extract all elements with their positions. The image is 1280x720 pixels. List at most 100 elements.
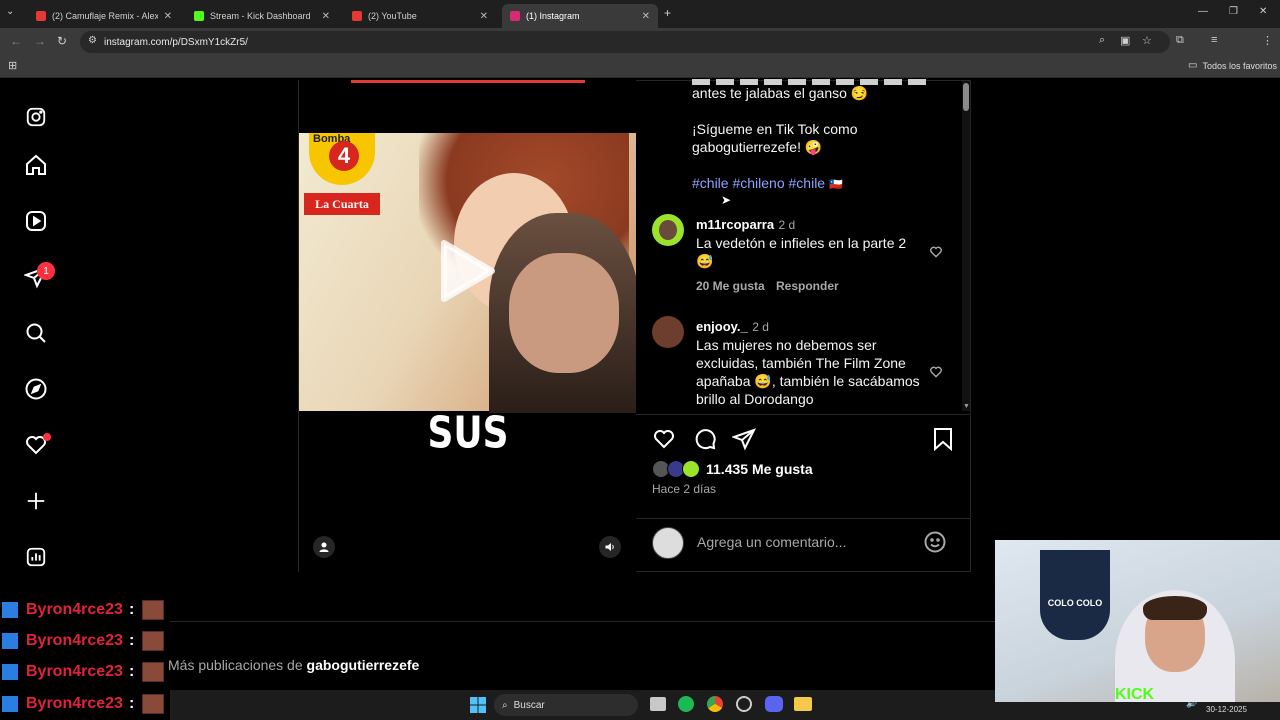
chat-emote [142,631,165,651]
share-icon[interactable] [731,427,756,456]
youtube-icon [352,11,362,21]
comment-text: Las mujeres no debemos ser [696,337,877,353]
comment-icon[interactable] [693,427,717,456]
apps-icon[interactable]: ⊞ [8,59,17,72]
window-close-icon[interactable]: ✕ [1259,6,1267,17]
more-posts-prefix: Más publicaciones de [168,657,307,673]
media-icon[interactable]: ≡ [1211,34,1217,46]
divider [636,518,971,519]
home-icon[interactable] [22,151,50,179]
hashtag-links[interactable]: #chile #chileno #chile [692,175,825,191]
zoom-icon[interactable]: ⌕ [1099,34,1105,47]
save-icon[interactable] [932,427,954,456]
scroll-down-icon[interactable]: ▼ [963,403,970,410]
comment-like-icon[interactable] [929,365,943,384]
chat-separator: : [128,632,135,649]
restore-icon[interactable]: ❐ [1229,6,1238,17]
file-explorer-icon[interactable] [794,697,812,711]
chat-username: Byron4rce23 [26,663,123,680]
chat-emote [142,600,165,620]
more-posts-username[interactable]: gabogutierrezefe [307,657,420,673]
tab-search-icon[interactable]: ⌄ [6,6,14,17]
post-media[interactable]: Bomba 4 La Cuarta SUS [298,80,639,572]
address-bar-row: ← → ↻ ⚙ instagram.com/p/DSxmY1ckZr5/ ⌕ ▣… [0,28,1280,76]
bookmarks-bar: ⊞ ▭ Todos los favoritos [0,56,1280,78]
reply-button[interactable]: Responder [776,279,839,293]
kick-platform-icon [2,633,18,649]
poster-text: COLO COLO [1047,598,1103,608]
back-icon[interactable]: ← [10,34,22,48]
tab-kick-dashboard[interactable]: Stream - Kick Dashboard ✕ [186,4,338,28]
caption-line: ¡Sígueme en Tik Tok como [692,121,858,137]
more-posts-heading: Más publicaciones de gabogutierrezefe [168,657,419,673]
post-time: Hace 2 días [652,482,717,496]
chat-username: Byron4rce23 [26,632,123,649]
extensions-icon[interactable]: ⧉ [1176,34,1184,47]
minimize-icon[interactable]: — [1198,6,1208,17]
kick-logo: KICK [1115,686,1155,702]
taskbar-search[interactable]: ⌕ Buscar [494,694,638,716]
comment-header: enjooy._ 2 d [696,318,769,336]
emoji-icon[interactable] [923,530,947,559]
tab-instagram[interactable]: (1) Instagram ✕ [502,4,658,28]
close-icon[interactable]: ✕ [322,11,330,22]
like-icon[interactable] [652,427,676,456]
chrome-icon[interactable] [707,696,723,712]
explore-icon[interactable] [22,375,50,403]
chat-username: Byron4rce23 [26,695,123,712]
tab-youtube[interactable]: (2) YouTube ✕ [344,4,496,28]
divider [636,414,971,415]
url-field[interactable]: ⚙ instagram.com/p/DSxmY1ckZr5/ [80,31,1170,53]
instagram-logo-icon[interactable] [22,103,50,131]
close-icon[interactable]: ✕ [164,11,172,22]
reload-icon[interactable]: ↻ [57,34,67,48]
comment-likes[interactable]: 20 Me gusta [696,279,765,293]
create-icon[interactable] [22,487,50,515]
volume-icon[interactable] [599,536,621,558]
obs-icon[interactable] [736,696,752,712]
play-icon[interactable] [440,239,496,303]
comment-input[interactable]: Agrega un comentario... [697,534,846,550]
comments-scrollbar[interactable] [962,81,970,411]
liker-avatars [652,460,704,480]
colo-colo-poster: COLO COLO [1040,550,1110,640]
taskbar-search-label: Buscar [513,699,545,711]
dashboard-icon[interactable] [22,543,50,571]
caption-line: antes te jalabas el ganso 😏 [692,85,869,101]
tab-camuflaje[interactable]: (2) Camuflaje Remix - Alexis y F ✕ [28,4,180,28]
cast-icon[interactable]: ▣ [1120,34,1130,47]
menu-icon[interactable]: ⋮ [1262,34,1273,47]
all-bookmarks[interactable]: ▭ Todos los favoritos [1188,60,1277,71]
chat-line: Byron4rce23 : [2,660,165,684]
comment-username[interactable]: m11rcoparra [696,217,774,232]
search-icon[interactable] [22,319,50,347]
new-tab-icon[interactable]: + [664,6,671,20]
bomba-sticker: Bomba 4 [309,133,375,185]
newspaper-logo: La Cuarta [304,193,380,215]
discord-icon[interactable] [765,696,783,712]
forward-icon[interactable]: → [34,34,46,48]
task-view-icon[interactable] [650,697,666,711]
windows-start-icon[interactable] [470,697,486,713]
chat-separator: : [128,601,135,618]
site-info-icon[interactable]: ⚙ [88,35,97,46]
overlay-caption: SUS [427,408,509,459]
scrollbar-thumb[interactable] [963,83,969,111]
avatar[interactable] [652,214,684,246]
kick-platform-icon [2,602,18,618]
bookmarks-label: Todos los favoritos [1202,60,1277,71]
star-icon[interactable]: ☆ [1142,34,1152,47]
close-icon[interactable]: ✕ [642,11,650,22]
likes-count[interactable]: 11.435 Me gusta [706,461,813,477]
tagged-user-icon[interactable] [313,536,335,558]
comment-like-icon[interactable] [929,245,943,264]
close-icon[interactable]: ✕ [480,11,488,22]
spotify-icon[interactable] [678,696,694,712]
comment-username[interactable]: enjooy._ [696,319,748,334]
comment-age: 2 d [778,218,796,232]
url-text: instagram.com/p/DSxmY1ckZr5/ [104,36,248,48]
reels-icon[interactable] [22,207,50,235]
taskbar-date: 30-12-2025 [1206,705,1247,714]
mouse-cursor: ➤ [721,193,732,207]
avatar[interactable] [652,316,684,348]
